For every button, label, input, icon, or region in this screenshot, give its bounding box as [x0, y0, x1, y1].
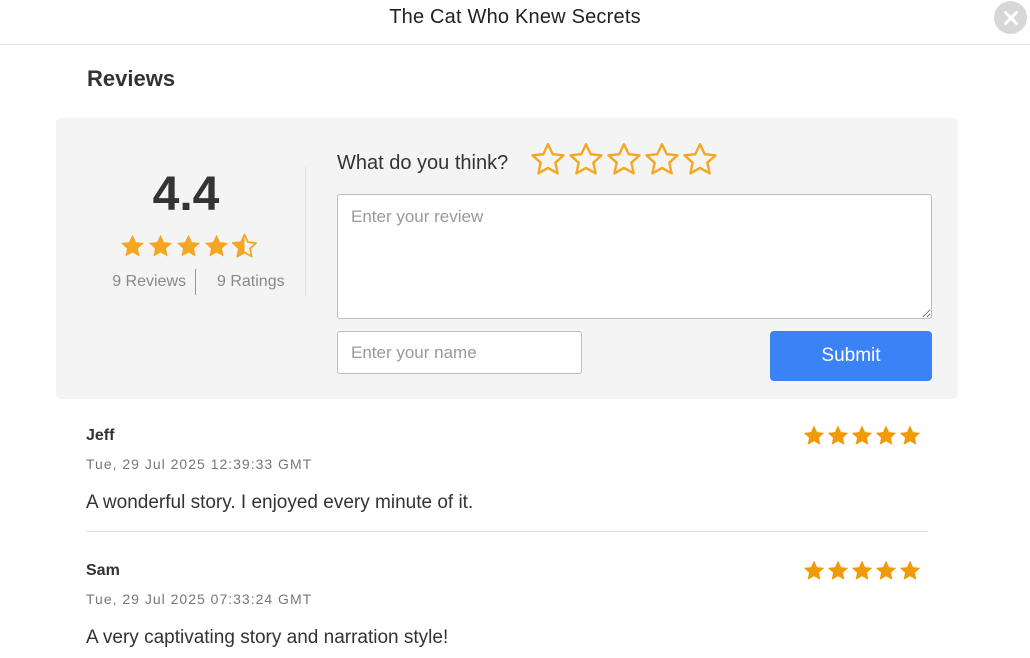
review-text: A very captivating story and narration s… [86, 627, 449, 648]
star-icon [827, 560, 849, 580]
submit-button[interactable]: Submit [770, 331, 932, 381]
star-icon [204, 234, 229, 257]
star-icon [232, 233, 257, 258]
star-icon [875, 560, 897, 580]
star-icon [851, 425, 873, 445]
star-outline-icon[interactable] [530, 142, 566, 178]
review-author: Sam [86, 562, 120, 579]
review-author: Jeff [86, 427, 115, 444]
ratings-count: 9 Ratings [217, 273, 285, 290]
review-text: A wonderful story. I enjoyed every minut… [86, 492, 474, 513]
review-stars [802, 559, 922, 583]
star-icon [851, 560, 873, 580]
review-stars [802, 424, 922, 448]
rating-counts: 9 Reviews 9 Ratings [86, 268, 306, 296]
star-icon [875, 425, 897, 445]
reviews-heading: Reviews [87, 66, 176, 91]
review-divider [86, 531, 928, 532]
star-outline-icon[interactable] [644, 142, 680, 178]
star-outline-icon[interactable] [606, 142, 642, 178]
rating-prompt: What do you think? [337, 152, 509, 174]
star-icon [176, 234, 201, 257]
review-date: Tue, 29 Jul 2025 07:33:24 GMT [86, 591, 313, 607]
star-outline-icon[interactable] [568, 142, 604, 178]
average-stars [119, 233, 258, 260]
star-icon [899, 560, 921, 580]
name-input[interactable] [337, 331, 582, 374]
star-icon [803, 560, 825, 580]
star-icon [899, 425, 921, 445]
review-date: Tue, 29 Jul 2025 12:39:33 GMT [86, 456, 313, 472]
reviews-count: 9 Reviews [86, 269, 196, 295]
header: The Cat Who Knew Secrets [0, 0, 1030, 45]
star-outline-icon[interactable] [682, 142, 718, 178]
rating-input[interactable] [530, 142, 718, 178]
review-textarea[interactable] [337, 194, 932, 319]
star-icon [148, 234, 173, 257]
close-button[interactable] [994, 1, 1027, 34]
star-icon [803, 425, 825, 445]
close-icon [1003, 10, 1018, 25]
star-icon [827, 425, 849, 445]
star-icon [120, 234, 145, 257]
panel-divider [305, 167, 306, 296]
page-title: The Cat Who Knew Secrets [389, 6, 641, 28]
average-rating: 4.4 [152, 168, 220, 221]
